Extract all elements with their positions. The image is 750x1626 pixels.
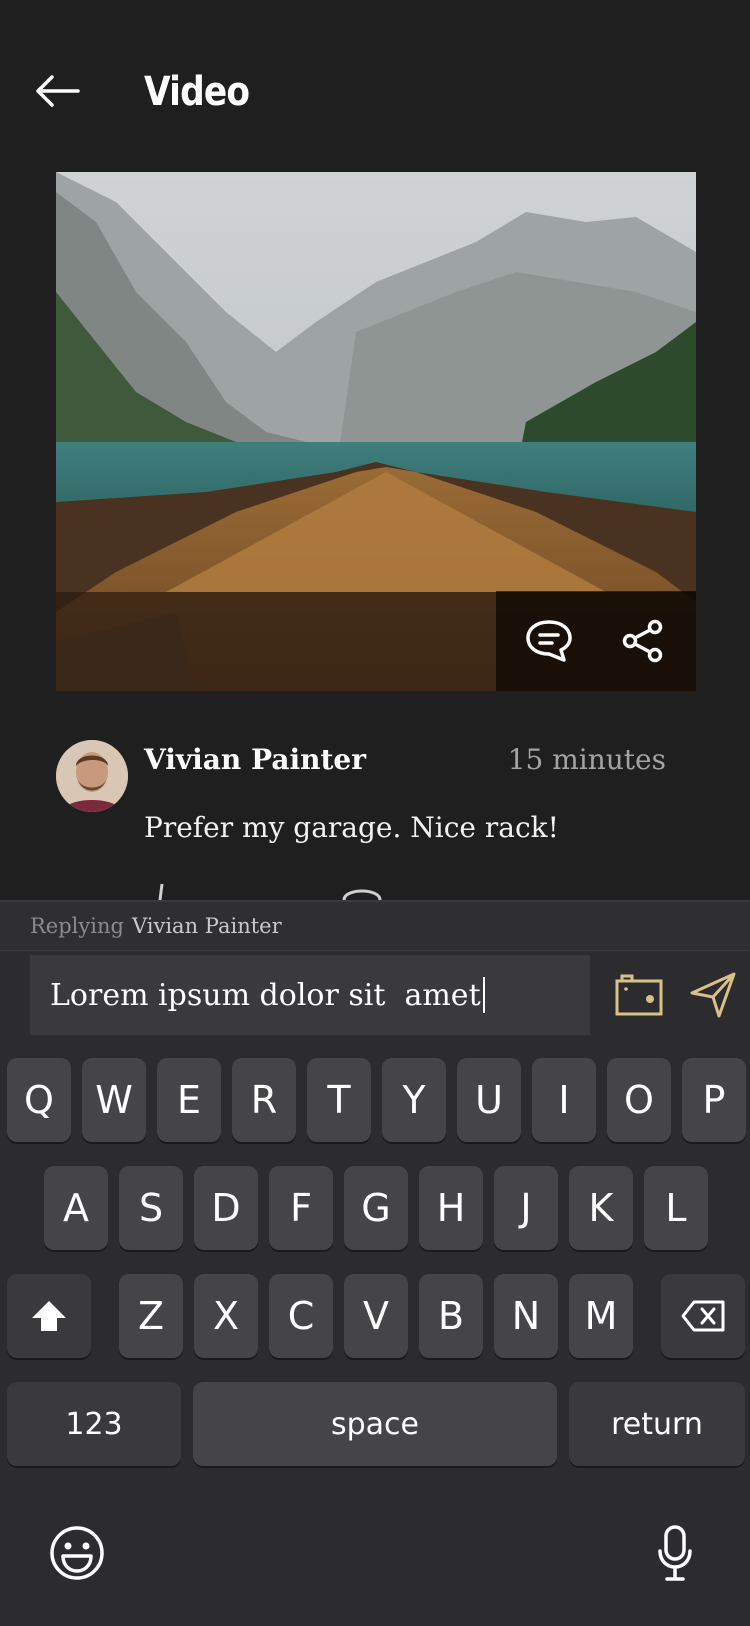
key-o[interactable]: O <box>607 1058 671 1142</box>
backspace-icon <box>681 1300 725 1332</box>
replying-label: Replying <box>30 914 124 938</box>
key-l[interactable]: L <box>644 1166 708 1250</box>
key-s[interactable]: S <box>119 1166 183 1250</box>
key-a[interactable]: A <box>44 1166 108 1250</box>
avatar-image <box>56 740 128 812</box>
camera-icon <box>615 974 663 1016</box>
space-key[interactable]: space <box>193 1382 557 1466</box>
key-u[interactable]: U <box>457 1058 521 1142</box>
video-preview[interactable] <box>56 172 696 691</box>
key-t[interactable]: T <box>307 1058 371 1142</box>
backspace-key[interactable] <box>661 1274 745 1358</box>
key-w[interactable]: W <box>82 1058 146 1142</box>
dictation-button[interactable] <box>650 1520 700 1586</box>
page-title: Video <box>144 69 250 115</box>
key-q[interactable]: Q <box>7 1058 71 1142</box>
shift-icon <box>32 1301 66 1331</box>
key-p[interactable]: P <box>682 1058 746 1142</box>
comment-author[interactable]: Vivian Painter <box>144 740 366 780</box>
key-d[interactable]: D <box>194 1166 258 1250</box>
send-icon <box>690 972 736 1018</box>
like-icon <box>158 883 382 900</box>
key-j[interactable]: J <box>494 1166 558 1250</box>
key-z[interactable]: Z <box>119 1274 183 1358</box>
arrow-left-icon <box>36 75 80 107</box>
key-e[interactable]: E <box>157 1058 221 1142</box>
share-button[interactable] <box>613 611 673 671</box>
send-button[interactable] <box>686 968 740 1022</box>
share-icon <box>622 619 663 663</box>
back-button[interactable] <box>28 66 88 116</box>
key-k[interactable]: K <box>569 1166 633 1250</box>
microphone-icon <box>658 1525 692 1581</box>
key-m[interactable]: M <box>569 1274 633 1358</box>
comment-text: Prefer my garage. Nice rack! <box>144 811 559 844</box>
numbers-key[interactable]: 123 <box>7 1382 181 1466</box>
key-b[interactable]: B <box>419 1274 483 1358</box>
text-caret <box>482 977 485 1013</box>
comment-time: 15 minutes <box>507 743 666 776</box>
key-r[interactable]: R <box>232 1058 296 1142</box>
shift-key[interactable] <box>7 1274 91 1358</box>
comment-button[interactable] <box>519 611 579 671</box>
emoji-icon <box>50 1526 104 1580</box>
reply-input[interactable]: Lorem ipsum dolor sit amet <box>30 955 590 1035</box>
key-i[interactable]: I <box>532 1058 596 1142</box>
key-n[interactable]: N <box>494 1274 558 1358</box>
key-x[interactable]: X <box>194 1274 258 1358</box>
comment-actions-peek <box>144 880 444 900</box>
media-action-bar <box>496 591 696 691</box>
return-key[interactable]: return <box>569 1382 745 1466</box>
comment-icon <box>526 620 572 662</box>
replying-indicator: Replying Vivian Painter <box>30 909 282 943</box>
key-c[interactable]: C <box>269 1274 333 1358</box>
key-v[interactable]: V <box>344 1274 408 1358</box>
key-g[interactable]: G <box>344 1166 408 1250</box>
reply-input-value: Lorem ipsum dolor sit amet <box>50 977 481 1013</box>
replying-to: Vivian Painter <box>131 914 282 938</box>
emoji-button[interactable] <box>44 1520 110 1586</box>
key-y[interactable]: Y <box>382 1058 446 1142</box>
key-f[interactable]: F <box>269 1166 333 1250</box>
key-h[interactable]: H <box>419 1166 483 1250</box>
camera-button[interactable] <box>612 968 666 1022</box>
avatar[interactable] <box>56 740 128 812</box>
